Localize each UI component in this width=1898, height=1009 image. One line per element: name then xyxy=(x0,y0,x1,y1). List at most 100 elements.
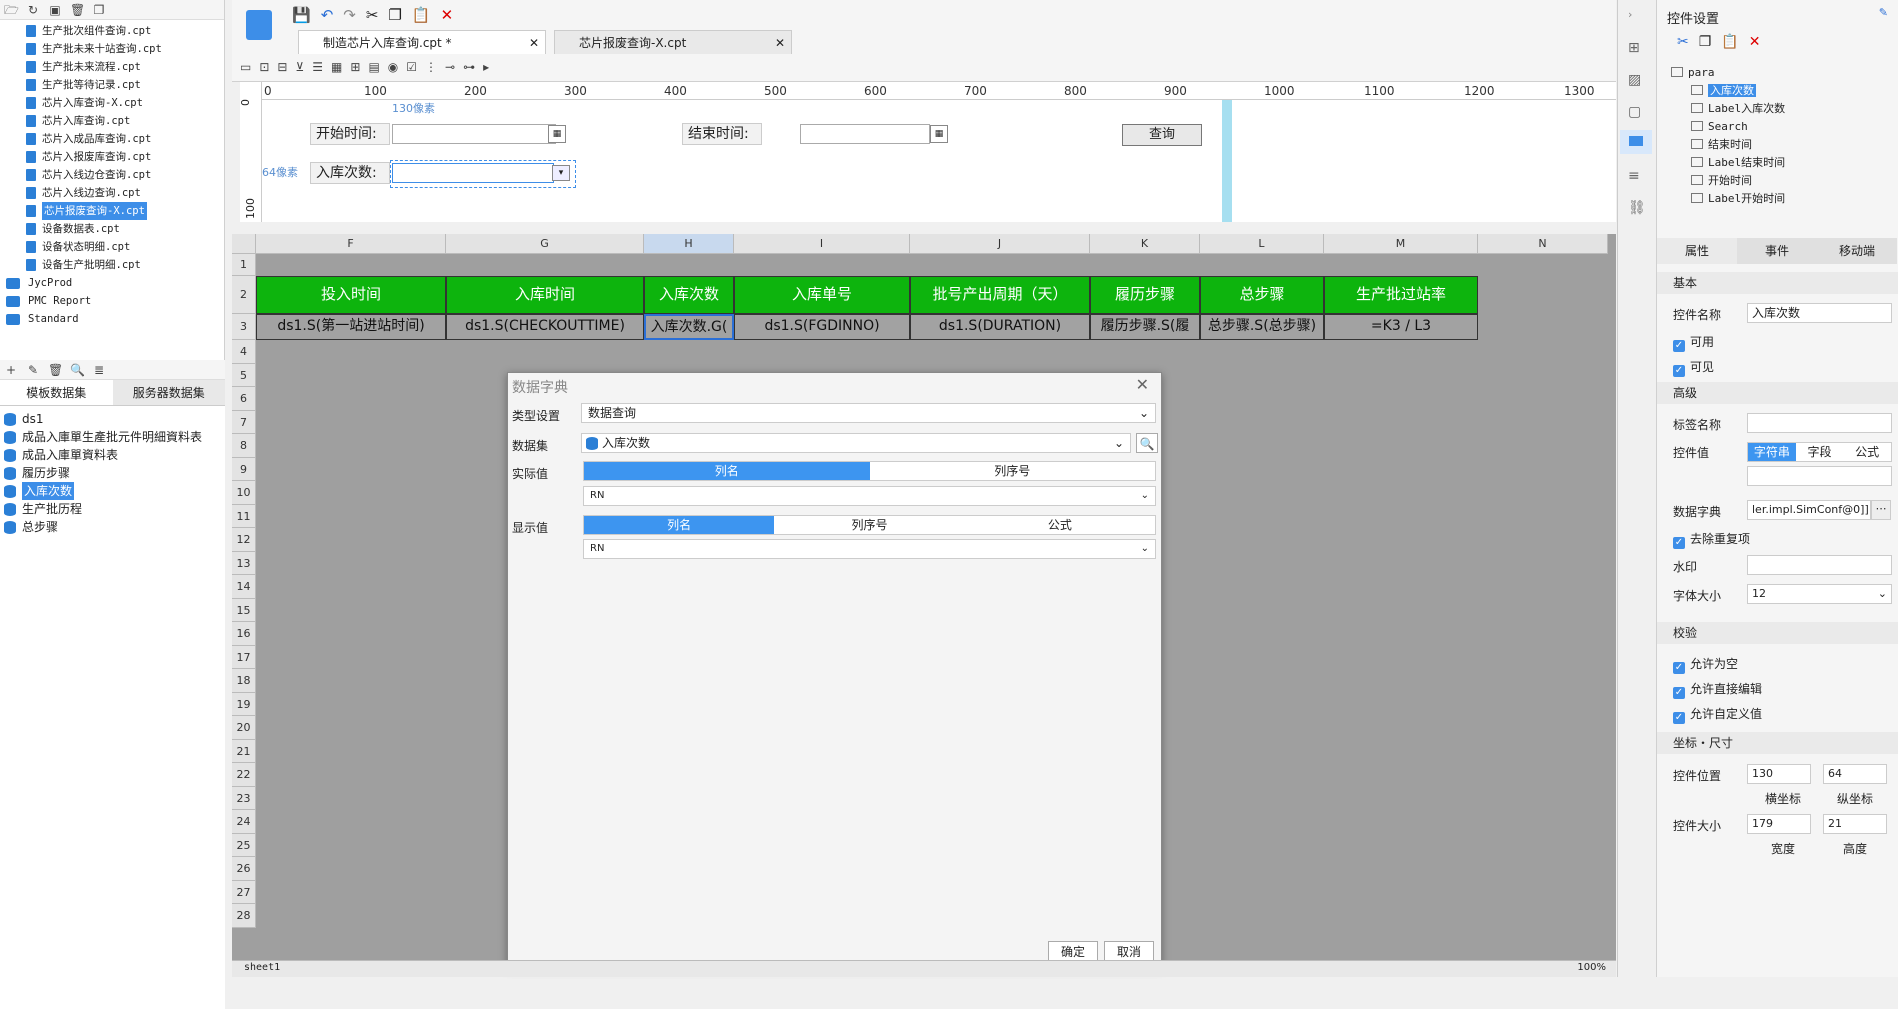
widget-tree-item[interactable]: Label结束时间 xyxy=(1671,154,1785,172)
widget-date-icon[interactable]: ▦ xyxy=(331,60,342,74)
row-header[interactable]: 10 xyxy=(232,481,256,505)
tab-column-name[interactable]: 列名 xyxy=(584,462,870,480)
copy-icon[interactable]: ❐ xyxy=(388,6,401,24)
header-cell[interactable]: 入库次数 xyxy=(644,276,734,314)
formula-cell[interactable]: 总步骤.S(总步骤) xyxy=(1200,314,1324,340)
close-tab-icon[interactable]: ✕ xyxy=(529,31,539,55)
allow-custom-checkbox[interactable]: ✓ 允许自定义值 xyxy=(1673,705,1762,724)
widget-button-icon[interactable]: ⊟ xyxy=(277,60,287,74)
start-time-input[interactable] xyxy=(392,124,556,144)
row-header[interactable]: 6 xyxy=(232,387,256,411)
add-dataset-icon[interactable]: + xyxy=(4,363,18,377)
tab-column-index[interactable]: 列序号 xyxy=(774,516,964,534)
widget-tree-item[interactable]: Label入库次数 xyxy=(1671,100,1785,118)
copy-icon[interactable]: ❐ xyxy=(1699,34,1712,50)
row-header[interactable]: 21 xyxy=(232,739,256,763)
widget-textarea-icon[interactable]: ▤ xyxy=(368,60,379,74)
enabled-checkbox[interactable]: ✓ 可用 xyxy=(1673,333,1714,352)
collapse-icon[interactable]: › xyxy=(1628,8,1632,21)
end-time-label[interactable]: 结束时间: xyxy=(682,123,762,145)
file-tree-item[interactable]: 生产批等待记录.cpt xyxy=(0,76,212,94)
row-header[interactable]: 11 xyxy=(232,504,256,528)
column-header[interactable]: I xyxy=(734,234,910,254)
formula-cell[interactable]: ds1.S(第一站进站时间) xyxy=(256,314,446,340)
header-cell[interactable]: 投入时间 xyxy=(256,276,446,314)
widget-tree-item[interactable]: 开始时间 xyxy=(1671,172,1785,190)
widget-slider-icon[interactable]: ⊸ xyxy=(445,60,455,74)
file-tree-item[interactable]: 生产批未来十站查询.cpt xyxy=(0,40,212,58)
display-value-select[interactable]: RN ⌄ xyxy=(583,539,1156,559)
allow-empty-checkbox[interactable]: ✓ 允许为空 xyxy=(1673,655,1738,674)
dataset-item[interactable]: 生产批历程 xyxy=(0,500,225,518)
formula-cell[interactable]: ds1.S(FGDINNO) xyxy=(734,314,910,340)
allow-edit-checkbox[interactable]: ✓ 允许直接编辑 xyxy=(1673,680,1762,699)
row-header[interactable]: 16 xyxy=(232,622,256,646)
row-header[interactable]: 14 xyxy=(232,575,256,599)
copy-icon[interactable]: ❐ xyxy=(92,3,106,17)
delete-icon[interactable]: ✕ xyxy=(1749,34,1761,50)
row-header[interactable]: 26 xyxy=(232,857,256,881)
tag-input[interactable] xyxy=(1747,413,1892,433)
column-header[interactable]: H xyxy=(644,234,734,254)
doc-tab-1[interactable]: 芯片报废查询-X.cpt ✕ xyxy=(554,30,792,54)
name-input[interactable]: 入库次数 xyxy=(1747,303,1892,323)
widget-label-icon[interactable]: ⊡ xyxy=(259,60,269,74)
tab-column-name[interactable]: 列名 xyxy=(584,516,775,534)
delete-icon[interactable]: 🗑 xyxy=(70,3,85,17)
header-cell[interactable]: 入库单号 xyxy=(734,276,910,314)
file-tree-item[interactable]: 设备状态明细.cpt xyxy=(0,238,212,256)
widget-tree-item[interactable]: Search xyxy=(1671,118,1785,136)
file-tree-item[interactable]: 芯片入报废库查询.cpt xyxy=(0,148,212,166)
template-icon[interactable]: ▣ xyxy=(48,3,62,17)
widget-radio-icon[interactable]: ◉ xyxy=(388,60,398,74)
height-input[interactable]: 21 xyxy=(1823,814,1887,834)
header-cell[interactable]: 履历步骤 xyxy=(1090,276,1200,314)
visible-checkbox[interactable]: ✓ 可见 xyxy=(1673,358,1714,377)
end-time-input[interactable] xyxy=(800,124,930,144)
row-header[interactable]: 9 xyxy=(232,457,256,481)
query-button[interactable]: 查询 xyxy=(1122,124,1202,146)
undo-icon[interactable]: ↶ xyxy=(321,6,334,24)
widget-combo-icon[interactable]: ⊻ xyxy=(295,60,304,74)
file-tree-item[interactable]: 芯片入线边查询.cpt xyxy=(0,184,212,202)
row-header[interactable]: 15 xyxy=(232,598,256,622)
sheet-tab[interactable]: sheet1 xyxy=(244,962,280,973)
row-header[interactable]: 27 xyxy=(232,880,256,904)
dataset-tab[interactable]: 模板数据集 xyxy=(0,380,113,405)
column-header[interactable]: N xyxy=(1478,234,1608,254)
calendar-icon[interactable]: ▦ xyxy=(930,125,948,143)
file-tree-item[interactable]: 芯片入成品库查询.cpt xyxy=(0,130,212,148)
actual-value-select[interactable]: RN ⌄ xyxy=(583,486,1156,506)
widget-settings-icon[interactable] xyxy=(1620,130,1652,154)
dataset-item[interactable]: 成品入庫單資料表 xyxy=(0,446,225,464)
row-header[interactable]: 25 xyxy=(232,833,256,857)
dataset-item[interactable]: 入库次数 xyxy=(0,482,225,500)
formula-cell[interactable]: ds1.S(DURATION) xyxy=(910,314,1090,340)
cell-style-icon[interactable]: ▨ xyxy=(1628,72,1641,88)
file-tree-item[interactable]: 设备数据表.cpt xyxy=(0,220,212,238)
widget-more-icon[interactable]: ▸ xyxy=(483,60,489,74)
formula-cell[interactable]: =K3 / L3 xyxy=(1324,314,1478,340)
row-header[interactable]: 12 xyxy=(232,528,256,552)
cell-attr-icon[interactable]: ⊞ xyxy=(1628,40,1640,56)
dataset-item[interactable]: 履历步骤 xyxy=(0,464,225,482)
save-icon[interactable]: 💾 xyxy=(292,6,311,24)
row-header[interactable]: 1 xyxy=(232,254,256,276)
corner-header[interactable] xyxy=(232,234,256,254)
pos-x-input[interactable]: 130 xyxy=(1747,764,1811,784)
cut-icon[interactable]: ✂ xyxy=(366,6,379,24)
paste-icon[interactable]: 📋 xyxy=(412,6,431,24)
column-header[interactable]: M xyxy=(1324,234,1478,254)
tab-field[interactable]: 字段 xyxy=(1796,443,1844,461)
folder-item[interactable]: PMC Report xyxy=(0,292,212,310)
row-header[interactable]: 8 xyxy=(232,434,256,458)
width-input[interactable]: 179 xyxy=(1747,814,1811,834)
file-tree-item[interactable]: 设备生产批明细.cpt xyxy=(0,256,212,274)
widget-tree-item[interactable]: para xyxy=(1671,64,1785,82)
dataset-item[interactable]: 总步骤 xyxy=(0,518,225,536)
row-header[interactable]: 2 xyxy=(232,276,256,314)
section-validate[interactable]: 校验 xyxy=(1657,622,1898,644)
tab-mobile[interactable]: 移动端 xyxy=(1817,238,1897,264)
column-header[interactable]: L xyxy=(1200,234,1324,254)
row-header[interactable]: 22 xyxy=(232,763,256,787)
